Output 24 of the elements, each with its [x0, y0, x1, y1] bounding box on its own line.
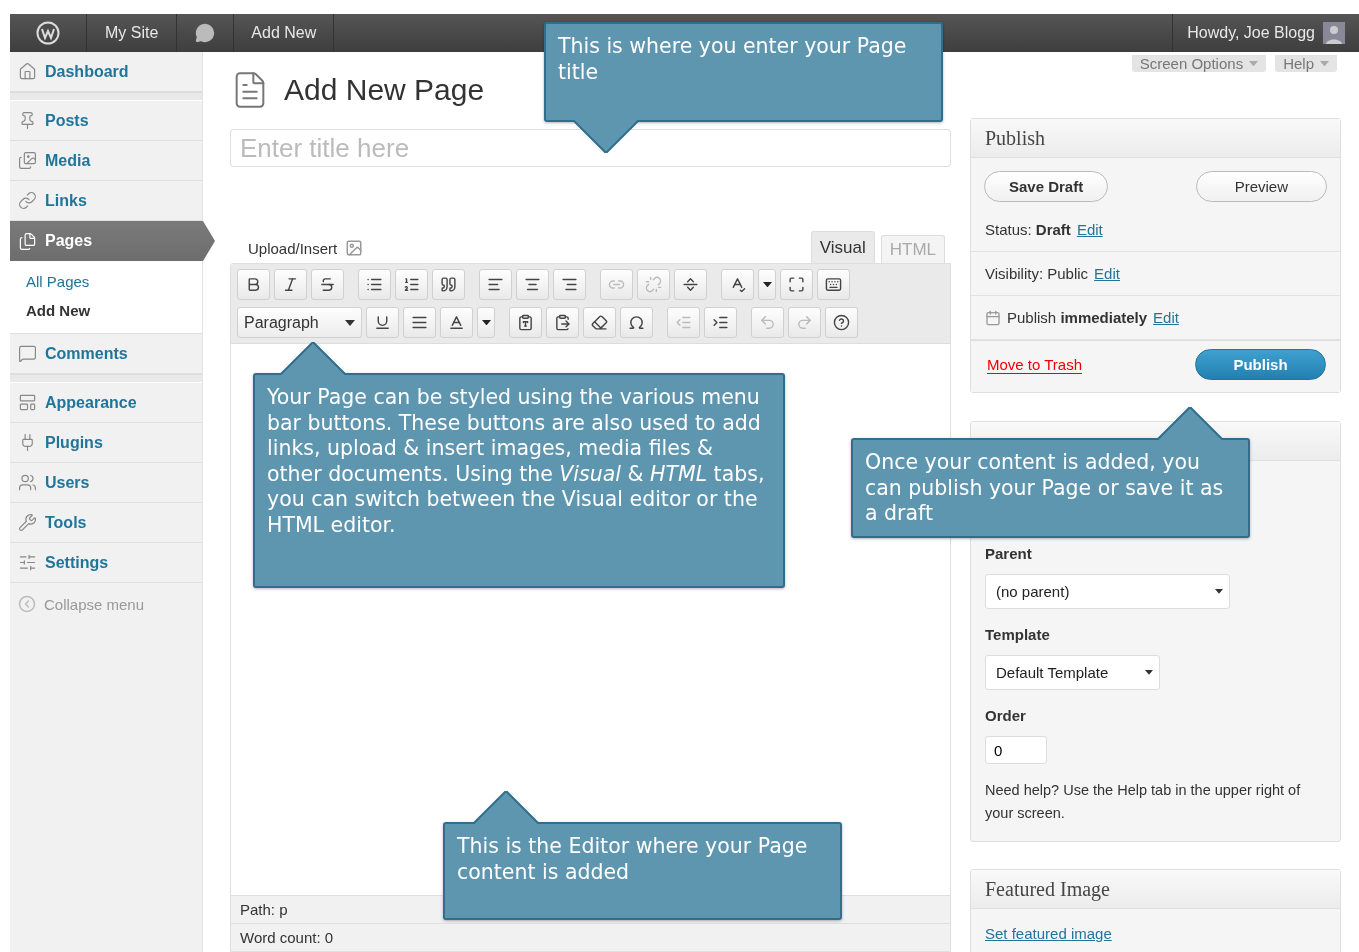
publish-info: Publish immediately — [1007, 309, 1148, 326]
sidebar-item-label: Links — [45, 191, 87, 210]
sidebar-item-label: Posts — [45, 111, 89, 130]
sidebar-item-label: Comments — [45, 344, 128, 363]
sidebar-item-label: Users — [45, 473, 90, 492]
collapse-label: Collapse menu — [44, 595, 145, 613]
sidebar-item-label: Media — [45, 151, 91, 170]
panel-title: Publish — [971, 119, 1340, 158]
sidebar-item-label: Tools — [45, 513, 87, 532]
sidebar-item-label: Appearance — [45, 393, 137, 412]
sidebar-item-label: Settings — [45, 553, 109, 572]
field-label: Template — [985, 626, 1050, 643]
panel-title: Featured Image — [971, 870, 1340, 909]
sidebar-item-label: Pages — [45, 232, 93, 250]
sidebar-item-label: Dashboard — [45, 62, 129, 81]
field-label: Order — [985, 707, 1026, 724]
page-title: Add New Page — [284, 73, 485, 107]
callout: Your Page can be styled using the various menu bar buttons. These buttons are also used to add links, upload & insert images, media files & other documents. Using the Visual & HTML tabs, you can switch between the Visual editor or the HTML editor. — [253, 373, 785, 588]
word-count: Word count: 0 — [231, 923, 950, 951]
publish-info: Visibility: Public — [985, 265, 1089, 282]
sidebar-item-label: Plugins — [45, 433, 103, 452]
field-label: Parent — [985, 545, 1032, 562]
publish-info: Status: Draft — [985, 221, 1071, 238]
help-text: Need help? Use the Help tab in the upper right of your screen. — [985, 781, 1302, 823]
